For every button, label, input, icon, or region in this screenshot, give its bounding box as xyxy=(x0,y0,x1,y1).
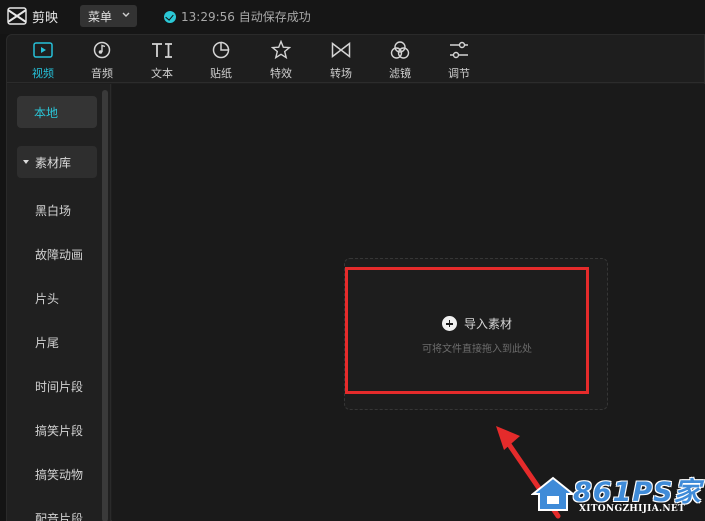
sidebar-item-dubbing-clips[interactable]: 配音片段 xyxy=(35,510,83,521)
audio-icon xyxy=(91,39,113,61)
save-status-text: 13:29:56 自动保存成功 xyxy=(181,10,311,24)
capcut-logo-icon xyxy=(7,7,27,25)
tab-adjust[interactable]: 调节 xyxy=(436,39,482,81)
text-icon xyxy=(151,39,173,61)
sidebar-item-label: 素材库 xyxy=(35,155,72,170)
menu-button[interactable]: 菜单 xyxy=(80,5,137,27)
transition-icon xyxy=(330,39,352,61)
tab-effects[interactable]: 特效 xyxy=(258,39,304,81)
top-bar: 剪映 菜单 13:29:56 自动保存成功 xyxy=(0,0,705,34)
video-icon xyxy=(32,39,54,61)
sidebar-item-glitch[interactable]: 故障动画 xyxy=(35,246,83,263)
sidebar: 本地 素材库 黑白场 故障动画 片头 片尾 时间片段 搞笑片段 搞笑动物 配音片… xyxy=(7,84,111,521)
sidebar-item-time-clips[interactable]: 时间片段 xyxy=(35,378,83,395)
filter-icon xyxy=(389,39,411,61)
sidebar-item-funny-clips[interactable]: 搞笑片段 xyxy=(35,422,83,439)
tab-label: 音频 xyxy=(91,67,113,80)
site-watermark: 861PS家 XITONGZHIJIA.NET xyxy=(527,466,705,521)
sticker-icon xyxy=(210,39,232,61)
tab-label: 文本 xyxy=(151,67,173,80)
app-title: 剪映 xyxy=(32,10,59,26)
house-logo-icon xyxy=(531,476,575,511)
tab-label: 视频 xyxy=(32,67,54,80)
menu-label: 菜单 xyxy=(88,9,113,24)
tab-label: 转场 xyxy=(330,67,352,80)
tab-video[interactable]: 视频 xyxy=(20,39,66,81)
annotation-highlight-box xyxy=(345,267,589,394)
save-status: 13:29:56 自动保存成功 xyxy=(164,8,311,25)
tab-transition[interactable]: 转场 xyxy=(318,39,364,81)
sidebar-item-local[interactable]: 本地 xyxy=(17,96,97,128)
sidebar-item-outro[interactable]: 片尾 xyxy=(35,334,59,351)
tab-label: 滤镜 xyxy=(389,67,411,80)
sidebar-scrollbar[interactable] xyxy=(102,90,108,521)
effects-icon xyxy=(270,39,292,61)
chevron-down-icon xyxy=(122,12,130,17)
tab-label: 特效 xyxy=(270,67,292,80)
tab-filter[interactable]: 滤镜 xyxy=(377,39,423,81)
tab-sticker[interactable]: 贴纸 xyxy=(198,39,244,81)
tab-audio[interactable]: 音频 xyxy=(79,39,125,81)
caret-down-icon xyxy=(23,160,29,164)
sidebar-item-intro[interactable]: 片头 xyxy=(35,290,59,307)
tab-bar: 视频 音频 文本 贴纸 特效 转场 滤镜 调节 xyxy=(7,35,705,83)
check-circle-icon xyxy=(164,10,176,23)
tab-text[interactable]: 文本 xyxy=(139,39,185,81)
sidebar-item-black-white[interactable]: 黑白场 xyxy=(35,202,71,219)
tab-label: 贴纸 xyxy=(210,67,232,80)
app-logo: 剪映 xyxy=(6,6,58,26)
sidebar-item-library[interactable]: 素材库 xyxy=(17,146,97,178)
tab-label: 调节 xyxy=(448,67,470,80)
watermark-url: XITONGZHIJIA.NET xyxy=(579,504,686,514)
adjust-icon xyxy=(448,39,470,61)
sidebar-item-funny-animals[interactable]: 搞笑动物 xyxy=(35,466,83,483)
